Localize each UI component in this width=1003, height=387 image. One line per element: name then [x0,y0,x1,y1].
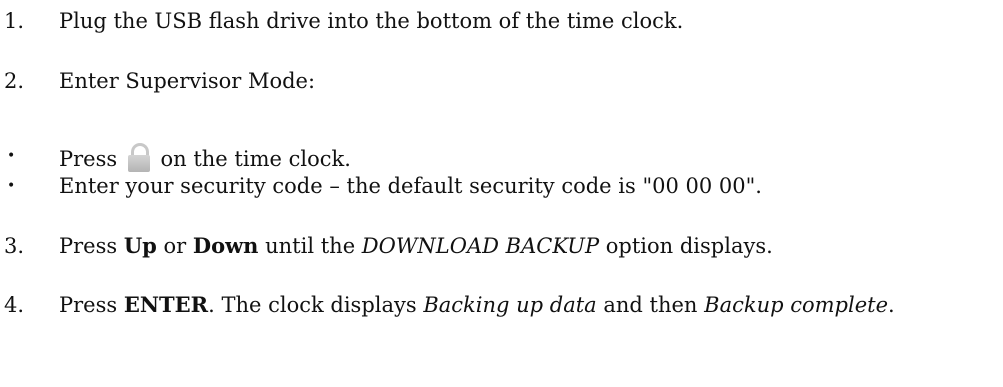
text-segment: . [888,293,895,317]
step-number: 2. [4,69,25,93]
backing-up-message: Backing up data [423,293,597,317]
text-segment: . The clock displays [208,293,424,317]
step-number: 3. [4,234,25,258]
up-key-label: Up [123,233,157,258]
text-segment: Press [59,234,124,258]
bullet-marker: • [7,178,16,194]
text-segment: or [156,234,193,258]
step-text: Enter Supervisor Mode: [59,69,316,93]
lock-icon [127,143,151,172]
text-segment: and then [596,293,705,317]
step-number: 4. [4,293,25,317]
download-backup-option: DOWNLOAD BACKUP [361,234,600,258]
enter-key-label: ENTER [123,292,209,317]
step-number: 1. [4,9,25,33]
step-text: Press Up or Down until the DOWNLOAD BACK… [59,233,773,259]
text-segment: Press [59,293,124,317]
backup-complete-message: Backup complete [704,293,888,317]
down-key-label: Down [192,233,259,258]
step-text: Press ENTER. The clock displays Backing … [59,292,895,318]
bullet-marker: • [7,148,16,164]
bullet-text-suffix: on the time clock. [153,147,351,171]
text-segment: until the [258,234,362,258]
step-text: Plug the USB flash drive into the bottom… [59,9,684,33]
bullet-text: Enter your security code – the default s… [59,174,762,198]
bullet-text: Press on the time clock. [59,143,351,172]
text-segment: option displays. [599,234,773,258]
bullet-text-prefix: Press [59,147,124,171]
